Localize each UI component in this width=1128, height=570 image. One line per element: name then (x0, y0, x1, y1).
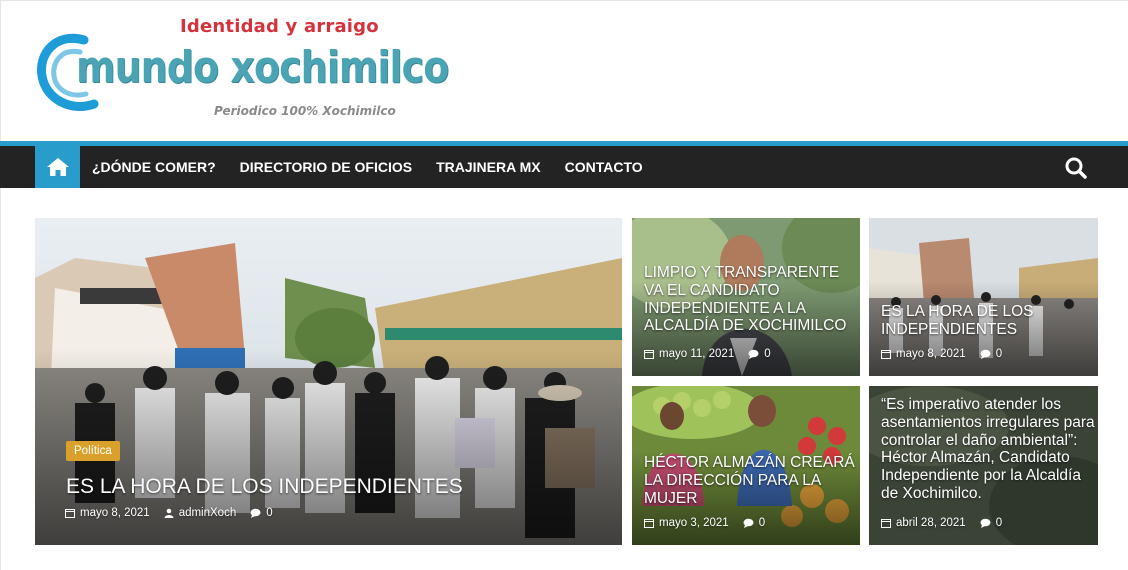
featured-post[interactable]: Política ES LA HORA DE LOS INDEPENDIENTE… (35, 218, 622, 545)
post-author[interactable]: adminXoch (179, 507, 237, 519)
post-card[interactable]: “Es imperativo atender los asentamientos… (869, 386, 1098, 545)
category-badge[interactable]: Política (66, 441, 120, 461)
search-icon (1065, 157, 1087, 179)
calendar-icon (881, 350, 891, 359)
post-meta: mayo 11, 2021 0 (644, 348, 785, 360)
post-comments-count[interactable]: 0 (266, 507, 272, 519)
top-border (0, 0, 1128, 1)
post-date[interactable]: mayo 8, 2021 (80, 507, 150, 519)
post-comments-count[interactable]: 0 (996, 517, 1002, 529)
comment-icon (748, 349, 759, 359)
search-button[interactable] (1063, 155, 1089, 181)
nav-item-donde-comer[interactable]: ¿DÓNDE COMER? (80, 146, 228, 188)
comment-icon (980, 518, 991, 528)
post-card[interactable]: LIMPIO Y TRANSPARENTE VA EL CANDIDATO IN… (632, 218, 860, 376)
logo-subtitle: Periodico 100% Xochimilco (214, 104, 396, 118)
site-logo[interactable]: Identidad y arraigo mundo xochimilco Per… (36, 14, 449, 124)
post-card[interactable]: ES LA HORA DE LOS INDEPENDIENTES mayo 8,… (869, 218, 1098, 376)
post-date[interactable]: mayo 11, 2021 (659, 348, 734, 360)
post-meta: mayo 8, 2021 0 (881, 348, 1016, 360)
post-meta: mayo 3, 2021 0 (644, 517, 779, 529)
post-date[interactable]: mayo 3, 2021 (659, 517, 729, 529)
logo-name: mundo xochimilco (76, 42, 449, 93)
home-button[interactable] (35, 146, 80, 188)
comment-icon (743, 518, 754, 528)
logo-tagline: Identidad y arraigo (180, 16, 379, 37)
main-navigation: ¿DÓNDE COMER? DIRECTORIO DE OFICIOS TRAJ… (0, 146, 1128, 188)
calendar-icon (881, 519, 891, 528)
post-comments-count[interactable]: 0 (764, 348, 770, 360)
post-card[interactable]: HÉCTOR ALMAZÁN CREARÁ LA DIRECCIÓN PARA … (632, 386, 860, 545)
post-comments-count[interactable]: 0 (759, 517, 765, 529)
nav-item-trajinera-mx[interactable]: TRAJINERA MX (424, 146, 553, 188)
post-date[interactable]: mayo 8, 2021 (896, 348, 966, 360)
post-comments-count[interactable]: 0 (996, 348, 1002, 360)
calendar-icon (644, 519, 654, 528)
post-date[interactable]: abril 28, 2021 (896, 517, 966, 529)
post-meta: abril 28, 2021 0 (881, 517, 1016, 529)
user-icon (164, 508, 174, 518)
nav-menu: ¿DÓNDE COMER? DIRECTORIO DE OFICIOS TRAJ… (80, 146, 655, 188)
comment-icon (250, 508, 261, 518)
nav-item-directorio-de-oficios[interactable]: DIRECTORIO DE OFICIOS (228, 146, 424, 188)
post-title[interactable]: HÉCTOR ALMAZÁN CREARÁ LA DIRECCIÓN PARA … (644, 454, 858, 507)
calendar-icon (644, 350, 654, 359)
post-title[interactable]: “Es imperativo atender los asentamientos… (881, 396, 1097, 503)
featured-post-meta: mayo 8, 2021 adminXoch 0 (65, 507, 287, 519)
post-title[interactable]: LIMPIO Y TRANSPARENTE VA EL CANDIDATO IN… (644, 264, 858, 335)
comment-icon (980, 349, 991, 359)
left-border (0, 0, 1, 570)
nav-item-contacto[interactable]: CONTACTO (553, 146, 655, 188)
post-title[interactable]: ES LA HORA DE LOS INDEPENDIENTES (881, 303, 1095, 339)
featured-post-title[interactable]: ES LA HORA DE LOS INDEPENDIENTES (66, 475, 463, 499)
calendar-icon (65, 509, 75, 518)
home-icon (46, 158, 69, 176)
